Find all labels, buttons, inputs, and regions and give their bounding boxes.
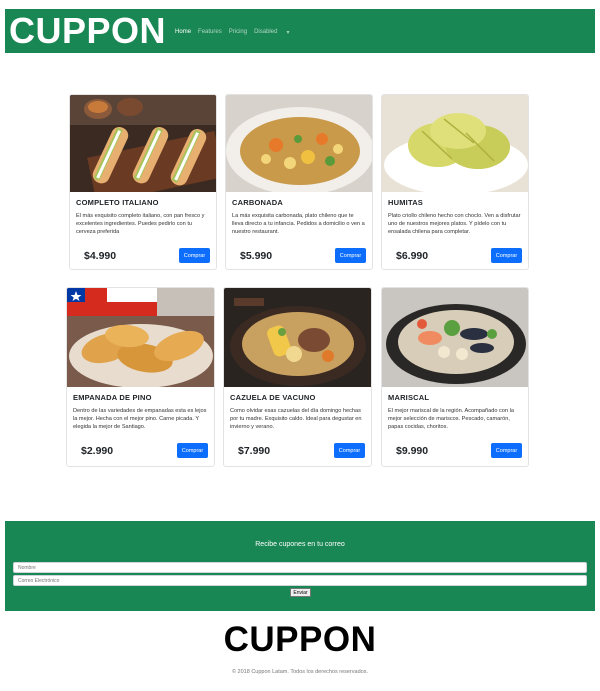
footer-logo: CUPPON [223, 620, 377, 659]
product-price: $9.990 [396, 444, 429, 457]
nav-item-disabled: Disabled [254, 29, 278, 35]
product-title: MARISCAL [388, 393, 430, 402]
top-navbar: CUPPON Home Features Pricing Disabled ▾ [5, 9, 595, 53]
product-price: $2.990 [81, 444, 114, 457]
nav-item-pricing[interactable]: Pricing [229, 29, 247, 35]
copyright-text: © 2018 Cuppon Latam. Todos los derechos … [231, 669, 369, 675]
newsletter-title: Recibe cupones en tu correo [255, 541, 345, 548]
product-title: CAZUELA DE VACUNO [230, 393, 316, 402]
product-card: MARISCAL El mejor mariscal de la región.… [381, 287, 529, 467]
product-card: HUMITAS Plato criollo chileno hecho con … [381, 94, 529, 270]
product-title: COMPLETO ITALIANO [76, 198, 159, 207]
buy-button[interactable]: Comprar [334, 443, 365, 458]
product-image-completo [70, 95, 216, 192]
product-card: COMPLETO ITALIANO El más exquisito compl… [69, 94, 217, 270]
product-card: EMPANADA DE PINO Dentro de las variedade… [66, 287, 215, 467]
product-description: Dentro de las variedades de empanadas es… [73, 408, 207, 431]
product-image-humitas [382, 95, 528, 192]
product-image-cazuela [224, 288, 371, 387]
product-price: $4.990 [84, 249, 117, 262]
product-price: $5.990 [240, 249, 273, 262]
product-price: $6.990 [396, 249, 429, 262]
buy-button[interactable]: Comprar [179, 248, 210, 263]
product-image-empanada [67, 288, 214, 387]
nav-item-features[interactable]: Features [198, 29, 222, 35]
name-input[interactable] [13, 562, 587, 573]
caret-down-icon[interactable]: ▾ [286, 29, 289, 36]
buy-button[interactable]: Comprar [491, 248, 522, 263]
product-title: CARBONADA [232, 198, 283, 207]
brand-logo[interactable]: CUPPON [9, 13, 166, 49]
product-title: EMPANADA DE PINO [73, 393, 152, 402]
product-card: CARBONADA La más exquisita carbonada, pl… [225, 94, 373, 270]
buy-button[interactable]: Comprar [177, 443, 208, 458]
newsletter-section: Recibe cupones en tu correo Enviar [5, 521, 595, 611]
product-description: Plato criollo chileno hecho con choclo. … [388, 213, 521, 236]
product-description: Como olvidar esas cazuelas del día domin… [230, 408, 362, 431]
product-card: CAZUELA DE VACUNO Como olvidar esas cazu… [223, 287, 372, 467]
product-description: El mejor mariscal de la región. Acompaña… [388, 408, 514, 431]
nav-item-home[interactable]: Home [175, 29, 191, 35]
product-title: HUMITAS [388, 198, 424, 207]
buy-button[interactable]: Comprar [491, 443, 522, 458]
product-price: $7.990 [238, 444, 271, 457]
product-image-carbonada [226, 95, 372, 192]
buy-button[interactable]: Comprar [335, 248, 366, 263]
nav-menu: Home Features Pricing Disabled ▾ [175, 29, 289, 36]
email-input[interactable] [13, 575, 587, 586]
submit-button[interactable]: Enviar [290, 588, 311, 597]
product-description: El más exquisito completo italiano, con … [76, 213, 205, 236]
product-description: La más exquisita carbonada, plato chilen… [232, 213, 365, 236]
product-image-mariscal [382, 288, 528, 387]
